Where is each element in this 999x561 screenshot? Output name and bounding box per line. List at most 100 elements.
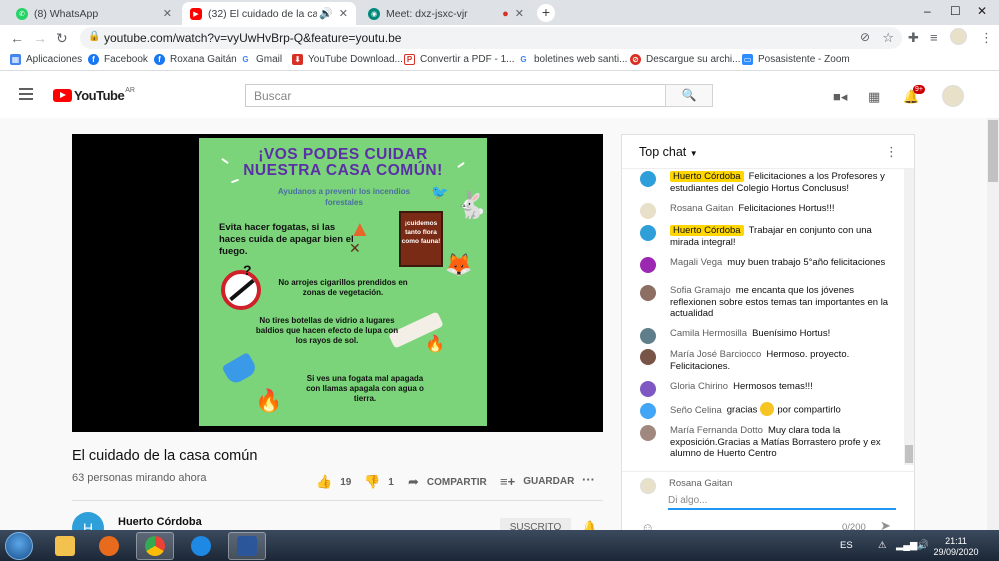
blocked-icon: ⊘ [630,54,641,65]
poster-title-line2: NUESTRA CASA COMÚN! [243,162,443,179]
reload-icon[interactable]: ↻ [56,30,68,47]
dislike-count: 1 [388,476,394,488]
chat-avatar[interactable] [640,285,656,301]
search-input[interactable]: Buscar [245,84,666,107]
network-signal-icon[interactable]: ▂▄▆ [896,540,917,551]
minimize-icon[interactable]: – [924,4,931,18]
bookmark-descargue[interactable]: ⊘ Descargue su archi... [630,54,741,65]
like-button[interactable]: 👍 19 [316,474,351,490]
chat-menu-kebab-icon[interactable]: ⋮ [885,144,898,160]
chat-avatar[interactable] [640,425,656,441]
create-video-icon[interactable]: ■◂ [833,89,847,105]
hamburger-menu-icon[interactable] [19,88,33,100]
chat-avatar[interactable] [640,171,656,187]
tab-whatsapp[interactable]: ✆ (8) WhatsApp ✕ [8,2,180,25]
language-indicator[interactable]: ES [840,540,853,551]
url-text[interactable]: youtube.com/watch?v=vyUwHvBrp-Q&feature=… [104,31,401,45]
chat-author[interactable]: Magali Vega [670,257,722,268]
channel-name[interactable]: Huerto Córdoba [118,516,202,528]
chat-author[interactable]: Gloria Chirino [670,381,728,392]
chat-scroll-thumb[interactable] [905,445,913,463]
chat-avatar[interactable] [640,403,656,419]
media-player-icon [99,536,119,556]
bookmark-roxana[interactable]: f Roxana Gaitán [154,54,237,65]
campfire-icon: ▲ [349,216,371,241]
bookmark-aplicaciones[interactable]: ▦ Aplicaciones [10,54,82,65]
share-button[interactable]: ➦ COMPARTIR [408,474,487,490]
bookmark-zoom[interactable]: ▭ Posasistente - Zoom [742,54,850,65]
profile-avatar[interactable] [950,28,967,45]
volume-icon[interactable]: 🔊 [917,540,929,551]
youtube-logo[interactable]: YouTube AR [53,87,135,103]
search-button[interactable]: 🔍 [665,84,713,107]
page-scroll-thumb[interactable] [988,120,998,182]
chat-author[interactable]: Sofia Gramajo [670,285,731,296]
chat-author[interactable]: Rosana Gaitan [670,203,733,214]
back-arrow-icon[interactable]: ← [10,30,24,46]
account-avatar[interactable] [942,85,964,107]
chat-avatar[interactable] [640,349,656,365]
taskbar-ie[interactable] [182,532,220,560]
system-clock[interactable]: 21:11 29/09/2020 [933,536,979,558]
dislike-button[interactable]: 👎 1 [364,474,394,490]
close-tab-icon[interactable]: ✕ [339,7,348,20]
close-tab-icon[interactable]: ✕ [515,7,524,20]
taskbar-word[interactable] [228,532,266,560]
start-button[interactable] [5,532,33,560]
close-window-icon[interactable]: ✕ [977,4,987,18]
speaker-icon[interactable]: 🔊 [319,7,333,20]
chat-author[interactable]: Huerto Córdoba [670,225,744,236]
chat-avatar[interactable] [640,257,656,273]
youtube-header: YouTube AR Buscar 🔍 ■◂ ▦ 🔔 9+ [0,72,999,118]
taskbar-chrome[interactable] [136,532,174,560]
taskbar-media-player[interactable] [90,532,128,560]
tab-title: (8) WhatsApp [34,7,99,20]
apps-grid-icon[interactable]: ▦ [868,89,880,105]
tray-alert-icon[interactable]: ⚠ [878,540,887,551]
bookmark-boletines[interactable]: G boletines web santi... [518,54,627,65]
chat-message: María Fernanda Dotto Muy clara toda la ex… [640,425,902,460]
chat-author[interactable]: Seño Celina [670,405,722,416]
browser-tab-strip: ✆ (8) WhatsApp ✕ ▶ (32) El cuidado de la… [0,0,999,25]
chat-avatar[interactable] [640,225,656,241]
chat-avatar[interactable] [640,203,656,219]
chat-message-input[interactable]: Di algo... [668,492,896,510]
bookmark-gmail[interactable]: G Gmail [240,54,282,65]
extensions-puzzle-icon[interactable]: ✚ [908,30,919,46]
bookmark-youtube-download[interactable]: ⬇ YouTube Download... [292,54,403,65]
video-frame-poster[interactable]: ¡VOS PODES CUIDAR NUESTRA CASA COMÚN! Ay… [199,138,487,426]
forward-arrow-icon[interactable]: → [33,30,47,46]
top-chat-dropdown[interactable]: Top chat ▼ [639,145,698,159]
chat-avatar[interactable] [640,381,656,397]
media-control-icon[interactable]: ≡ [930,30,938,45]
address-bar[interactable]: 🔒 youtube.com/watch?v=vyUwHvBrp-Q&featur… [80,27,902,49]
close-tab-icon[interactable]: ✕ [163,7,172,20]
tracking-eye-icon[interactable]: ⊘ [860,30,870,44]
chat-author[interactable]: María Fernanda Dotto [670,425,763,436]
chat-scrollbar[interactable] [904,169,914,465]
chat-author[interactable]: Huerto Córdoba [670,171,744,182]
bookmark-star-icon[interactable]: ☆ [882,30,894,46]
notification-badge: 9+ [913,85,925,94]
bookmark-pdf[interactable]: P Convertir a PDF - 1... [404,54,514,65]
bookmark-facebook[interactable]: f Facebook [88,54,148,65]
fire-icon: 🔥 [425,336,445,353]
new-tab-button[interactable]: + [537,4,555,22]
chat-author[interactable]: María José Barciocco [670,349,761,360]
chat-text: muy buen trabajo 5°año felicitaciones [727,257,886,268]
taskbar-file-explorer[interactable] [46,532,84,560]
google-icon: G [518,54,529,65]
chat-message: Camila Hermosilla Buenísimo Hortus! [640,328,902,344]
thumbs-up-icon: 👍 [316,474,333,489]
chat-author[interactable]: Camila Hermosilla [670,328,747,339]
maximize-icon[interactable]: ☐ [950,4,961,18]
chat-avatar[interactable] [640,328,656,344]
poster-tip-botellas: No tires botellas de vidrio a lugares ba… [255,316,399,345]
more-actions-button[interactable]: ··· [582,472,595,487]
save-button[interactable]: ≡+ GUARDAR [500,474,574,489]
menu-kebab-icon[interactable]: ⋮ [980,30,993,46]
tab-meet[interactable]: ◉ Meet: dxz-jsxc-vjr ● ✕ [360,2,532,25]
top-chat-label: Top chat [639,145,687,159]
lock-icon[interactable]: 🔒 [88,31,100,42]
tab-youtube[interactable]: ▶ (32) El cuidado de la casa co 🔊 ✕ [182,2,356,25]
